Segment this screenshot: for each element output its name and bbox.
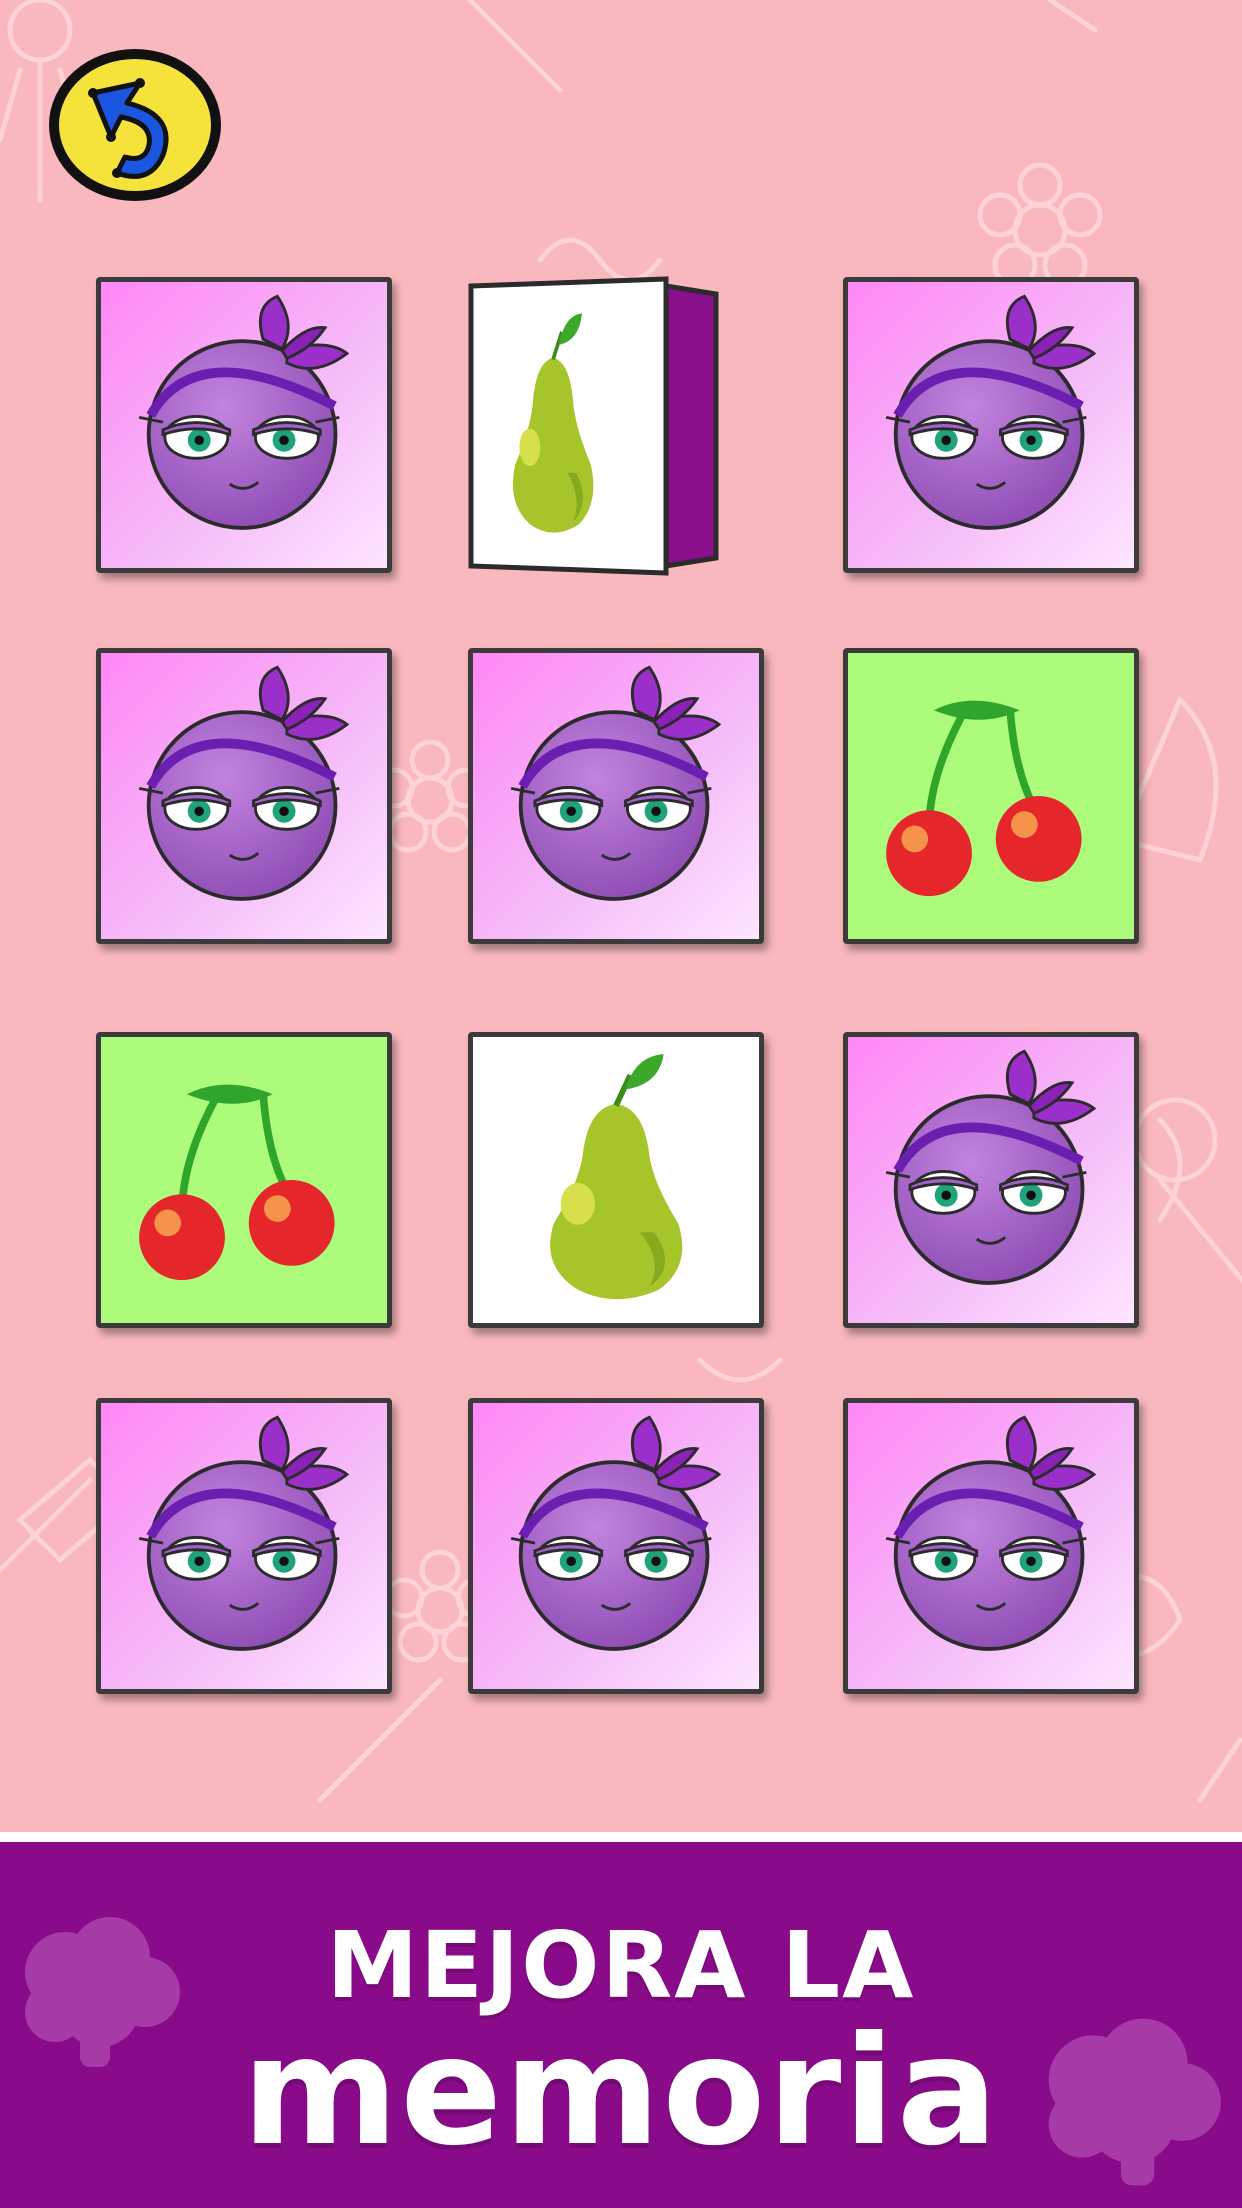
back-arrow-icon: [49, 49, 221, 201]
plum-face-icon: [885, 294, 1097, 530]
back-button[interactable]: [45, 45, 225, 205]
cherry-icon: [886, 700, 1082, 897]
memory-card[interactable]: [96, 1032, 392, 1328]
memory-card[interactable]: [96, 1398, 392, 1694]
banner-title-line2: memoria: [242, 2005, 1000, 2179]
plum-face-icon: [510, 665, 722, 901]
memory-card[interactable]: [96, 277, 392, 573]
memory-card[interactable]: [468, 1032, 764, 1328]
banner-title-line1: MEJORA LA: [326, 1912, 916, 2019]
memory-card-flipping[interactable]: [466, 276, 722, 576]
plum-face-icon: [138, 1415, 350, 1651]
plum-face-icon: [510, 1415, 722, 1651]
plum-face-icon: [885, 1415, 1097, 1651]
memory-card[interactable]: [96, 648, 392, 944]
cherry-icon: [139, 1084, 335, 1281]
promo-banner: MEJORA LA memoria: [0, 1832, 1242, 2208]
plum-face-icon: [885, 1049, 1097, 1285]
memory-card[interactable]: [468, 648, 764, 944]
memory-card[interactable]: [843, 1398, 1139, 1694]
memory-card[interactable]: [843, 277, 1139, 573]
pear-icon: [550, 1054, 683, 1300]
plum-face-icon: [138, 294, 350, 530]
memory-card[interactable]: [468, 1398, 764, 1694]
plum-face-icon: [138, 665, 350, 901]
memory-card[interactable]: [843, 1032, 1139, 1328]
memory-card[interactable]: [843, 648, 1139, 944]
